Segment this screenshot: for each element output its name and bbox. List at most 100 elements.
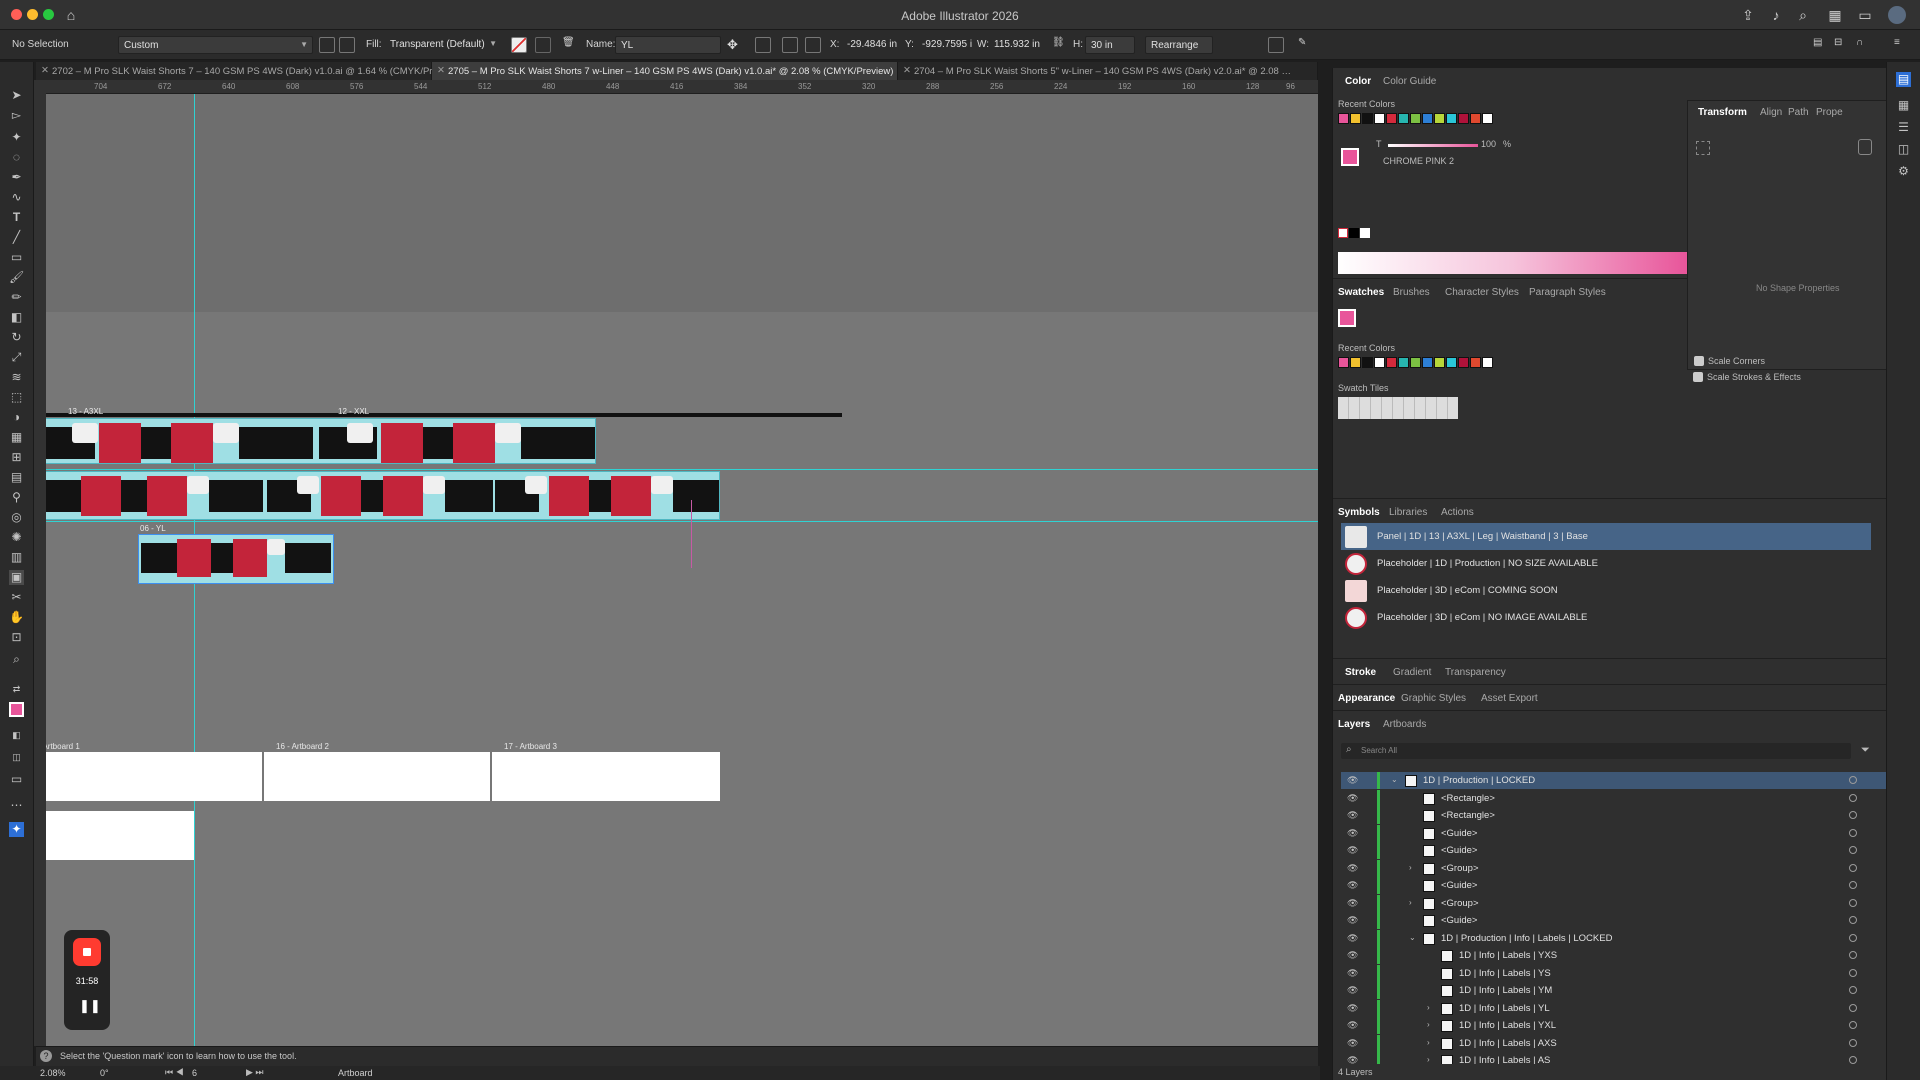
- target-circle-icon[interactable]: [1849, 846, 1857, 854]
- adjust-panel-icon[interactable]: ⚙: [1896, 164, 1911, 179]
- artboard-nav-next-icon[interactable]: ▶ ⏭: [246, 1067, 264, 1078]
- layer-row[interactable]: 👁 <Rectangle>: [1341, 789, 1887, 807]
- artboard-yl-selected[interactable]: [138, 534, 334, 584]
- visibility-eye-icon[interactable]: 👁: [1347, 880, 1358, 891]
- white-swatch[interactable]: [1360, 228, 1370, 238]
- tab-graphic-styles[interactable]: Graphic Styles: [1401, 693, 1466, 704]
- vertical-ruler[interactable]: [34, 80, 46, 1046]
- pencil-tool-icon[interactable]: ✏: [9, 290, 24, 305]
- swap-colors-icon[interactable]: ⇄: [9, 682, 24, 697]
- chevron-right-icon[interactable]: ›: [1409, 898, 1412, 907]
- distribute-icon[interactable]: ⊟: [1834, 37, 1850, 53]
- y-input[interactable]: -929.7595 i: [917, 36, 975, 54]
- swatch-black[interactable]: [1362, 113, 1373, 124]
- reference-point-grid-icon[interactable]: [1696, 141, 1710, 155]
- visibility-eye-icon[interactable]: 👁: [1347, 1020, 1358, 1031]
- tab-actions[interactable]: Actions: [1441, 507, 1474, 518]
- lasso-tool-icon[interactable]: ◌: [9, 150, 24, 165]
- artboard-2[interactable]: [264, 752, 490, 801]
- visibility-eye-icon[interactable]: 👁: [1347, 863, 1358, 874]
- visibility-eye-icon[interactable]: 👁: [1347, 968, 1358, 979]
- perspective-grid-tool-icon[interactable]: ▦: [9, 430, 24, 445]
- rotation-dropdown[interactable]: 0°: [100, 1068, 109, 1078]
- reference-point-icon[interactable]: [755, 37, 771, 53]
- tab-stroke[interactable]: Stroke: [1345, 667, 1376, 678]
- direct-selection-tool-icon[interactable]: ▻: [9, 108, 24, 123]
- canvas[interactable]: 13 - A3XL 12 - XXL 06 - YL - Artboard 1 …: [36, 80, 1318, 1046]
- artboard-tool-icon[interactable]: ✥: [727, 37, 743, 53]
- screen-mode-icon[interactable]: ▭: [9, 772, 24, 787]
- rectangle-tool-icon[interactable]: ▭: [9, 250, 24, 265]
- tab-align[interactable]: Align: [1760, 107, 1782, 118]
- chevron-right-icon[interactable]: ›: [1427, 1038, 1430, 1047]
- layer-row[interactable]: 👁 › 1D | Info | Labels | AXS: [1341, 1034, 1887, 1052]
- layer-row[interactable]: 👁 <Guide>: [1341, 842, 1887, 859]
- layer-row[interactable]: 👁 ⌄ 1D | Production | LOCKED: [1341, 772, 1887, 789]
- chevron-down-icon[interactable]: ⌄: [1409, 933, 1416, 942]
- target-circle-icon[interactable]: [1849, 933, 1857, 942]
- eyedropper-tool-icon[interactable]: ⚲: [9, 490, 24, 505]
- target-circle-icon[interactable]: [1849, 951, 1857, 959]
- arrange-documents-icon[interactable]: ▭: [1856, 6, 1874, 24]
- tab-color-guide[interactable]: Color Guide: [1383, 76, 1436, 87]
- color-spectrum[interactable]: [1338, 252, 1687, 274]
- target-circle-icon[interactable]: [1849, 1003, 1857, 1012]
- scale-strokes-checkbox[interactable]: [1693, 372, 1703, 382]
- layer-row[interactable]: 👁 › 1D | Info | Labels | YL: [1341, 999, 1887, 1017]
- close-icon[interactable]: ✕: [903, 65, 911, 76]
- layers-panel-icon[interactable]: ☰: [1896, 120, 1911, 135]
- close-icon[interactable]: ✕: [41, 65, 49, 76]
- tab-appearance[interactable]: Appearance: [1338, 693, 1395, 704]
- visibility-eye-icon[interactable]: 👁: [1347, 793, 1358, 804]
- swatch-white[interactable]: [1374, 113, 1385, 124]
- menu-icon[interactable]: ≡: [1894, 37, 1910, 53]
- share-icon[interactable]: ⇪: [1739, 6, 1757, 24]
- layer-row[interactable]: 👁 1D | Info | Labels | YM: [1341, 982, 1887, 999]
- tab-properties[interactable]: Prope: [1816, 107, 1843, 118]
- w-input[interactable]: 115.932 in: [989, 36, 1049, 54]
- search-icon[interactable]: ⌕: [1794, 6, 1812, 24]
- layer-row[interactable]: 👁 › 1D | Info | Labels | YXL: [1341, 1017, 1887, 1034]
- type-tool-icon[interactable]: T: [9, 210, 24, 225]
- preset-dropdown[interactable]: Custom ▼: [118, 36, 313, 54]
- shape-builder-tool-icon[interactable]: ◑: [9, 410, 24, 425]
- layer-row[interactable]: 👁 › 1D | Info | Labels | AS: [1341, 1052, 1887, 1064]
- swatch-crimson[interactable]: [1458, 113, 1469, 124]
- libraries-panel-icon[interactable]: ▦: [1896, 98, 1911, 113]
- paintbrush-tool-icon[interactable]: 🖌: [9, 270, 24, 285]
- color-mode-icon[interactable]: ◧: [9, 728, 24, 743]
- print-tiling-tool-icon[interactable]: ⊡: [9, 630, 24, 645]
- symbol-sprayer-tool-icon[interactable]: ✺: [9, 530, 24, 545]
- target-circle-icon[interactable]: [1849, 1038, 1857, 1047]
- target-circle-icon[interactable]: [1849, 968, 1857, 977]
- target-circle-icon[interactable]: [1849, 863, 1857, 872]
- rearrange-button[interactable]: Rearrange: [1145, 36, 1213, 54]
- artboard-options-2-icon[interactable]: [1268, 37, 1284, 53]
- swatch-yellow[interactable]: [1350, 113, 1361, 124]
- mesh-tool-icon[interactable]: ⊞: [9, 450, 24, 465]
- layer-row[interactable]: 👁 1D | Info | Labels | YXS: [1341, 947, 1887, 964]
- scale-corners-checkbox[interactable]: [1694, 356, 1704, 366]
- tab-character-styles[interactable]: Character Styles: [1445, 287, 1519, 298]
- free-transform-tool-icon[interactable]: ⬚: [9, 390, 24, 405]
- artboard-row-a3xl-xxl[interactable]: [36, 418, 596, 464]
- visibility-eye-icon[interactable]: 👁: [1347, 898, 1358, 909]
- tab-artboards[interactable]: Artboards: [1383, 719, 1426, 730]
- tab-brushes[interactable]: Brushes: [1393, 287, 1430, 298]
- target-circle-icon[interactable]: [1849, 776, 1857, 784]
- doc-tab-2704[interactable]: ✕ 2704 – M Pro SLK Waist Shorts 5" w-Lin…: [898, 62, 1318, 80]
- target-circle-icon[interactable]: [1849, 1056, 1857, 1064]
- target-circle-icon[interactable]: [1849, 811, 1857, 819]
- tint-value[interactable]: 100: [1481, 139, 1496, 149]
- draw-mode-icon[interactable]: ◫: [9, 750, 24, 765]
- curvature-icon[interactable]: ∩: [1856, 37, 1872, 53]
- visibility-eye-icon[interactable]: 👁: [1347, 915, 1358, 926]
- layer-row[interactable]: 👁 <Guide>: [1341, 877, 1887, 894]
- layer-row[interactable]: 👁 › <Group>: [1341, 859, 1887, 877]
- layer-row[interactable]: 👁 › <Group>: [1341, 894, 1887, 912]
- artboard-name-input[interactable]: YL: [615, 36, 721, 54]
- fill-dropdown[interactable]: Transparent (Default) ▼: [385, 36, 501, 54]
- tab-paragraph-styles[interactable]: Paragraph Styles: [1529, 287, 1606, 298]
- fill-stroke-icon[interactable]: [9, 702, 24, 717]
- status-mode[interactable]: Artboard: [338, 1068, 373, 1078]
